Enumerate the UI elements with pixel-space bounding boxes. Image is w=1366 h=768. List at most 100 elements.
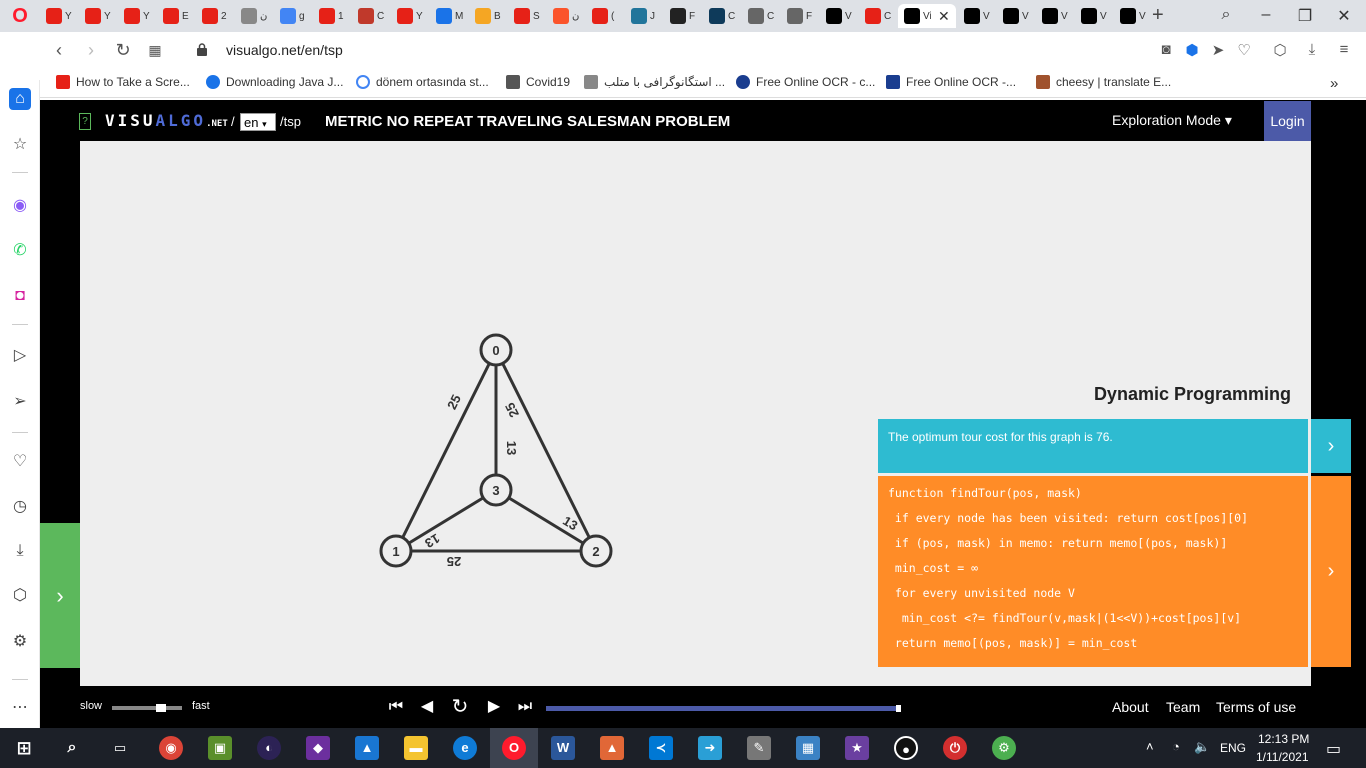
close-icon[interactable]: ✕ xyxy=(938,8,950,25)
volume-icon[interactable]: 🔈 xyxy=(1194,739,1210,755)
minimize-button[interactable]: – xyxy=(1256,6,1276,24)
player-icon[interactable]: ▷ xyxy=(9,345,31,367)
tab-grid-icon[interactable]: ▦ xyxy=(145,40,165,60)
bookmark-item[interactable]: How to Take a Scre... xyxy=(56,75,190,89)
reload-icon[interactable]: ↻ xyxy=(113,40,133,60)
settings-gear-icon[interactable]: ⚙ xyxy=(9,631,31,653)
cube-icon[interactable]: ⬡ xyxy=(1270,41,1290,59)
browser-tab[interactable]: V xyxy=(958,4,996,28)
app-icon[interactable]: ⚙ xyxy=(992,736,1016,760)
opera-icon[interactable]: O xyxy=(502,736,526,760)
restore-button[interactable]: ❐ xyxy=(1295,6,1315,26)
browser-tab[interactable]: J xyxy=(625,4,663,28)
bookmark-item[interactable]: cheesy | translate E... xyxy=(1036,75,1171,89)
heart-icon[interactable]: ♡ xyxy=(9,451,31,473)
forward-icon[interactable]: › xyxy=(81,40,101,60)
star-app-icon[interactable]: ★ xyxy=(845,736,869,760)
exploration-mode-select[interactable]: Exploration Mode ▾ xyxy=(1112,112,1232,129)
bookmarks-icon[interactable]: ☆ xyxy=(9,134,31,156)
home-icon[interactable]: ⌂ xyxy=(9,88,31,110)
instagram-icon[interactable]: ◘ xyxy=(9,285,31,307)
browser-tab[interactable]: C xyxy=(859,4,897,28)
browser-tab[interactable]: ن xyxy=(547,4,585,28)
go-to-end-icon[interactable]: ⏭ xyxy=(515,697,535,717)
downloads-icon[interactable]: ⤓ xyxy=(9,540,31,562)
browser-tab[interactable]: Y xyxy=(40,4,78,28)
bookmark-item[interactable]: dönem ortasında st... xyxy=(356,75,489,89)
network-icon[interactable]: ◔ xyxy=(1172,739,1180,754)
app-icon[interactable]: ▦ xyxy=(796,736,820,760)
browser-tab[interactable]: M xyxy=(430,4,468,28)
messenger-icon[interactable]: ◉ xyxy=(9,195,31,217)
paint-icon[interactable]: ✎ xyxy=(747,736,771,760)
word-icon[interactable]: W xyxy=(551,736,575,760)
visual-studio-icon[interactable]: ◆ xyxy=(306,736,330,760)
browser-tab[interactable]: ( xyxy=(586,4,624,28)
bookmarks-more-button[interactable]: » xyxy=(1330,75,1338,92)
bookmark-item[interactable]: استگانوگرافی با متلب ... xyxy=(584,75,725,89)
browser-tab[interactable]: C xyxy=(703,4,741,28)
browser-tab[interactable]: B xyxy=(469,4,507,28)
tray-expand-icon[interactable]: ˄ xyxy=(1146,739,1154,754)
task-view-icon[interactable]: ▭ xyxy=(108,736,132,760)
chrome-icon[interactable]: ◉ xyxy=(159,736,183,760)
browser-tab[interactable]: Y xyxy=(118,4,156,28)
file-explorer-icon[interactable]: ▬ xyxy=(404,736,428,760)
bookmark-item[interactable]: Downloading Java J... xyxy=(206,75,343,89)
edge-icon[interactable]: e xyxy=(453,736,477,760)
speed-slider[interactable] xyxy=(112,706,182,710)
progress-handle[interactable] xyxy=(896,705,901,712)
browser-tab[interactable]: Ĉ xyxy=(352,4,390,28)
go-to-start-icon[interactable]: ⏮ xyxy=(386,697,406,717)
new-tab-button[interactable]: + xyxy=(1152,4,1164,27)
power-app-icon[interactable]: ⏻ xyxy=(943,736,967,760)
browser-tab[interactable]: V xyxy=(1075,4,1113,28)
menu-icon[interactable]: ≡ xyxy=(1334,41,1354,58)
send-icon[interactable]: ➢ xyxy=(9,391,31,413)
help-button[interactable]: ? xyxy=(79,113,91,130)
progress-bar[interactable] xyxy=(546,706,900,711)
send-icon[interactable]: ➤ xyxy=(1208,41,1228,59)
close-window-button[interactable]: ✕ xyxy=(1334,6,1354,26)
matlab-icon[interactable]: ▲ xyxy=(600,736,624,760)
chevron-right-icon[interactable]: › xyxy=(1311,476,1351,667)
browser-tab[interactable]: 2 xyxy=(196,4,234,28)
browser-tab[interactable]: E xyxy=(157,4,195,28)
login-button[interactable]: Login xyxy=(1264,101,1311,141)
download-icon[interactable]: ⤓ xyxy=(1302,41,1322,58)
browser-tab[interactable]: S xyxy=(508,4,546,28)
notifications-icon[interactable]: ▭ xyxy=(1326,739,1341,759)
browser-tab[interactable]: V xyxy=(1114,4,1152,28)
record-icon[interactable]: ● xyxy=(894,736,918,760)
heart-icon[interactable]: ♡ xyxy=(1234,41,1254,59)
step-forward-icon[interactable]: ▶ xyxy=(484,697,504,717)
eclipse-icon[interactable]: ◐ xyxy=(257,736,281,760)
bookmark-item[interactable]: Covid19 xyxy=(506,75,570,89)
browser-tab[interactable]: Y xyxy=(79,4,117,28)
browser-tab[interactable]: Y xyxy=(391,4,429,28)
browser-tab[interactable]: F xyxy=(781,4,819,28)
chevron-right-icon[interactable]: › xyxy=(1311,419,1351,473)
terms-link[interactable]: Terms of use xyxy=(1216,699,1296,715)
browser-tab[interactable]: V xyxy=(997,4,1035,28)
language-indicator[interactable]: ENG xyxy=(1220,741,1246,755)
clock-date[interactable]: 1/11/2021 xyxy=(1256,750,1309,764)
team-link[interactable]: Team xyxy=(1166,699,1200,715)
browser-tab[interactable]: F xyxy=(664,4,702,28)
browser-tab[interactable]: V xyxy=(1036,4,1074,28)
chevron-right-icon[interactable]: › xyxy=(40,523,80,668)
snapshot-icon[interactable]: ◙ xyxy=(1156,41,1176,58)
search-tabs-icon[interactable]: ⌕ xyxy=(1216,6,1236,24)
history-icon[interactable]: ◷ xyxy=(9,496,31,518)
about-link[interactable]: About xyxy=(1112,699,1149,715)
browser-tab[interactable]: 1 xyxy=(313,4,351,28)
replay-icon[interactable]: ↻ xyxy=(450,697,470,717)
windows-start-icon[interactable]: ⊞ xyxy=(12,736,36,760)
step-backward-icon[interactable]: ◀ xyxy=(417,697,437,717)
bookmark-item[interactable]: Free Online OCR - c... xyxy=(736,75,875,89)
whatsapp-icon[interactable]: ✆ xyxy=(9,240,31,262)
clock-time[interactable]: 12:13 PM xyxy=(1258,732,1309,746)
more-icon[interactable]: ⋯ xyxy=(9,697,31,719)
language-select[interactable]: en ▾ xyxy=(240,113,276,131)
opera-logo-icon[interactable]: O xyxy=(10,6,30,26)
